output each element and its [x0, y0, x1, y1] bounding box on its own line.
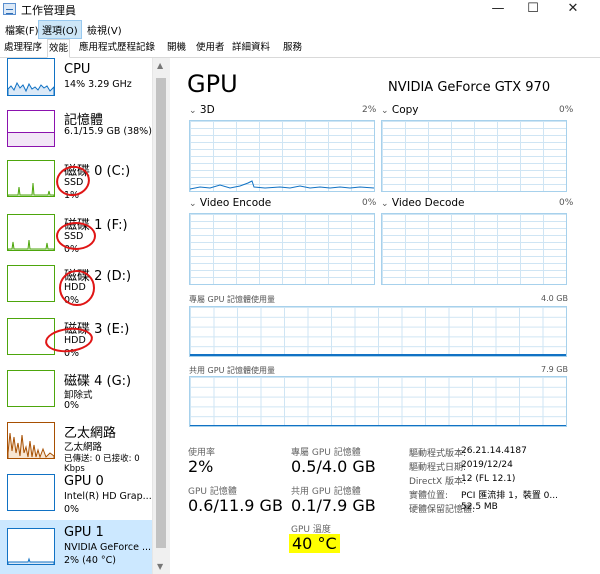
sidebar-detail: 6.1/15.9 GB (38%)	[64, 126, 152, 137]
tab-performance[interactable]: 效能	[47, 39, 71, 58]
info-value-reserved-memory: 52.5 MB	[461, 502, 498, 512]
info-value-physical-location: PCI 匯流排 1，裝置 0...	[461, 491, 558, 501]
info-key-driver-date: 驅動程式日期:	[409, 463, 467, 473]
menu-view[interactable]: 檢視(V)	[84, 21, 125, 38]
sidebar-detail: 14% 3.29 GHz	[64, 79, 132, 90]
sidebar-detail-throughput: 已傳送: 0 已接收: 0 Kbps	[64, 454, 140, 474]
engine-3d-line	[190, 180, 374, 190]
engine-3d-value: 2%	[362, 105, 377, 115]
sidebar-item-gpu-0[interactable]: GPU 0 Intel(R) HD Grap... 0%	[0, 474, 152, 524]
shared-memory-max: 7.9 GB	[541, 365, 568, 374]
title-bar: 工作管理員 — ☐ ✕	[0, 0, 600, 20]
shared-memory-graph	[189, 376, 567, 427]
chevron-down-icon: ⌄	[381, 199, 389, 209]
engine-video-decode-graph	[381, 213, 567, 285]
disk-4-thumbnail-graph	[7, 370, 55, 407]
info-key-physical-location: 實體位置:	[409, 491, 449, 501]
scroll-down-icon[interactable]: ▼	[157, 562, 163, 571]
annotation-circle-disk-1	[56, 222, 96, 250]
gpu-1-thumbnail-graph	[7, 528, 55, 565]
sidebar-item-disk-4[interactable]: 磁碟 4 (G:) 卸除式 0%	[0, 370, 152, 424]
tab-users[interactable]: 使用者	[195, 41, 226, 55]
disk-1-thumbnail-graph	[7, 214, 55, 251]
menu-options[interactable]: 選項(O)	[38, 20, 82, 39]
disk-1-sparkline	[8, 239, 54, 250]
tab-processes[interactable]: 處理程序	[3, 41, 43, 55]
menu-file[interactable]: 檔案(F)	[2, 21, 42, 38]
engine-video-encode-graph	[189, 213, 375, 285]
cpu-sparkline	[8, 81, 54, 95]
info-value-driver-date: 2019/12/24	[461, 460, 513, 470]
sidebar-scrollbar[interactable]: ▲ ▼	[152, 58, 170, 574]
info-key-driver-version: 驅動程式版本:	[409, 449, 467, 459]
sidebar-item-cpu[interactable]: CPU 14% 3.29 GHz	[0, 58, 152, 106]
sidebar-item-ethernet[interactable]: 乙太網路 乙太網路 已傳送: 0 已接收: 0 Kbps	[0, 422, 152, 476]
minimize-button[interactable]: —	[481, 0, 515, 20]
info-key-directx: DirectX 版本:	[409, 477, 467, 487]
tab-services[interactable]: 服務	[282, 41, 303, 55]
annotation-circle-disk-2	[59, 270, 95, 306]
shared-memory-usage-label: 共用 GPU 記憶體使用量	[189, 366, 275, 375]
sidebar-detail: 卸除式	[64, 390, 93, 401]
engine-video-encode-value: 0%	[362, 198, 377, 208]
dedicated-memory-max: 4.0 GB	[541, 294, 568, 303]
chevron-down-icon: ⌄	[381, 106, 389, 116]
window-title: 工作管理員	[21, 4, 76, 17]
gpu-temperature-value: 40 °C	[289, 534, 340, 553]
scroll-up-icon[interactable]: ▲	[157, 61, 163, 70]
sidebar-detail: NVIDIA GeForce ...	[64, 542, 152, 553]
gpu-memory-value: 0.6/11.9 GB	[188, 496, 283, 515]
resource-sidebar: CPU 14% 3.29 GHz 記憶體 6.1/15.9 GB (38%) 磁…	[0, 58, 152, 574]
engine-video-decode-value: 0%	[559, 198, 574, 208]
engine-3d-label[interactable]: ⌄ 3D	[189, 104, 215, 116]
engine-copy-label[interactable]: ⌄ Copy	[381, 104, 419, 116]
dedicated-memory-usage-label: 專屬 GPU 記憶體使用量	[189, 295, 275, 304]
engine-copy-value: 0%	[559, 105, 574, 115]
sidebar-name: GPU 0	[64, 474, 104, 489]
chevron-down-icon: ⌄	[189, 199, 197, 209]
page-title: GPU	[187, 70, 238, 98]
sidebar-detail: Intel(R) HD Grap...	[64, 491, 152, 502]
gpu-0-thumbnail-graph	[7, 474, 55, 511]
sidebar-detail-usage: 0%	[64, 504, 80, 515]
sidebar-detail-usage: 2% (40 °C)	[64, 555, 116, 566]
sidebar-name: GPU 1	[64, 525, 104, 540]
engine-3d-graph	[189, 120, 375, 192]
disk-0-thumbnail-graph	[7, 160, 55, 197]
info-value-directx: 12 (FL 12.1)	[461, 474, 516, 484]
ethernet-sparkline	[8, 432, 54, 458]
engine-copy-graph	[381, 120, 567, 192]
disk-0-sparkline	[8, 182, 54, 196]
chevron-down-icon: ⌄	[189, 106, 197, 116]
gpu-model-name: NVIDIA GeForce GTX 970	[388, 80, 551, 95]
sidebar-detail-usage: 0%	[64, 400, 80, 411]
info-value-driver-version: 26.21.14.4187	[461, 446, 527, 456]
tab-bar: 處理程序 效能 應用程式歷程記錄 開機 使用者 詳細資料 服務	[0, 38, 600, 58]
tab-startup[interactable]: 開機	[166, 41, 187, 55]
sidebar-item-gpu-1[interactable]: GPU 1 NVIDIA GeForce ... 2% (40 °C)	[0, 520, 152, 574]
dedicated-gpu-memory-value: 0.5/4.0 GB	[291, 457, 376, 476]
shared-gpu-memory-value: 0.1/7.9 GB	[291, 496, 376, 515]
sidebar-name: CPU	[64, 62, 91, 77]
task-manager-icon	[3, 3, 16, 15]
close-button[interactable]: ✕	[556, 0, 590, 20]
memory-thumbnail-graph	[7, 110, 55, 147]
sidebar-detail: 乙太網路	[64, 442, 103, 453]
tab-app-history[interactable]: 應用程式歷程記錄	[78, 41, 156, 55]
scrollbar-thumb[interactable]	[156, 78, 166, 548]
utilization-value: 2%	[188, 457, 214, 476]
engine-video-encode-label[interactable]: ⌄ Video Encode	[189, 197, 271, 209]
engine-video-decode-label[interactable]: ⌄ Video Decode	[381, 197, 465, 209]
ethernet-thumbnail-graph	[7, 422, 55, 459]
maximize-button[interactable]: ☐	[516, 0, 550, 20]
sidebar-item-memory[interactable]: 記憶體 6.1/15.9 GB (38%)	[0, 106, 152, 160]
dedicated-memory-graph	[189, 306, 567, 357]
menu-bar: 檔案(F) 選項(O) 檢視(V)	[0, 20, 600, 39]
cpu-thumbnail-graph	[7, 58, 55, 96]
disk-2-thumbnail-graph	[7, 265, 55, 302]
gpu-1-sparkline	[8, 557, 54, 564]
tab-details[interactable]: 詳細資料	[231, 41, 271, 55]
